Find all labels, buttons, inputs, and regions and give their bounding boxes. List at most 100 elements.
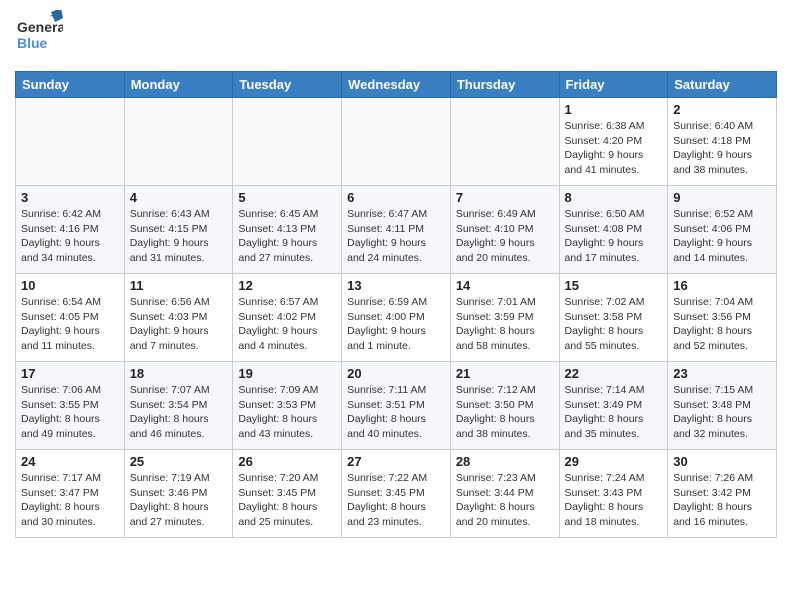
calendar-cell: 21 Sunrise: 7:12 AM Sunset: 3:50 PM Dayli…	[450, 362, 559, 450]
day-info: Sunrise: 7:19 AM Sunset: 3:46 PM Dayligh…	[130, 471, 228, 530]
day-number: 16	[673, 278, 771, 293]
calendar-cell: 15 Sunrise: 7:02 AM Sunset: 3:58 PM Dayli…	[559, 274, 668, 362]
day-number: 15	[565, 278, 663, 293]
week-row-2: 3 Sunrise: 6:42 AM Sunset: 4:16 PM Daylig…	[16, 186, 777, 274]
day-info: Sunrise: 6:47 AM Sunset: 4:11 PM Dayligh…	[347, 207, 445, 266]
calendar-cell: 22 Sunrise: 7:14 AM Sunset: 3:49 PM Dayli…	[559, 362, 668, 450]
day-number: 19	[238, 366, 336, 381]
day-number: 11	[130, 278, 228, 293]
svg-text:Blue: Blue	[17, 35, 48, 51]
day-number: 3	[21, 190, 119, 205]
day-number: 26	[238, 454, 336, 469]
logo-icon: General Blue	[15, 10, 63, 58]
day-info: Sunrise: 7:26 AM Sunset: 3:42 PM Dayligh…	[673, 471, 771, 530]
calendar-cell: 25 Sunrise: 7:19 AM Sunset: 3:46 PM Dayli…	[124, 450, 233, 538]
day-number: 27	[347, 454, 445, 469]
day-info: Sunrise: 6:50 AM Sunset: 4:08 PM Dayligh…	[565, 207, 663, 266]
weekday-header-saturday: Saturday	[668, 72, 777, 98]
day-info: Sunrise: 6:56 AM Sunset: 4:03 PM Dayligh…	[130, 295, 228, 354]
day-info: Sunrise: 7:24 AM Sunset: 3:43 PM Dayligh…	[565, 471, 663, 530]
calendar-body: 1 Sunrise: 6:38 AM Sunset: 4:20 PM Daylig…	[16, 98, 777, 538]
day-number: 1	[565, 102, 663, 117]
day-info: Sunrise: 7:02 AM Sunset: 3:58 PM Dayligh…	[565, 295, 663, 354]
calendar-cell: 7 Sunrise: 6:49 AM Sunset: 4:10 PM Daylig…	[450, 186, 559, 274]
day-info: Sunrise: 6:57 AM Sunset: 4:02 PM Dayligh…	[238, 295, 336, 354]
calendar-cell: 16 Sunrise: 7:04 AM Sunset: 3:56 PM Dayli…	[668, 274, 777, 362]
calendar-cell: 13Sunrise: 6:59 AM Sunset: 4:00 PM Dayli…	[342, 274, 451, 362]
day-info: Sunrise: 7:04 AM Sunset: 3:56 PM Dayligh…	[673, 295, 771, 354]
day-info: Sunrise: 7:11 AM Sunset: 3:51 PM Dayligh…	[347, 383, 445, 442]
weekday-header-monday: Monday	[124, 72, 233, 98]
day-number: 2	[673, 102, 771, 117]
calendar-cell: 27 Sunrise: 7:22 AM Sunset: 3:45 PM Dayli…	[342, 450, 451, 538]
calendar-cell: 11 Sunrise: 6:56 AM Sunset: 4:03 PM Dayli…	[124, 274, 233, 362]
day-info: Sunrise: 7:01 AM Sunset: 3:59 PM Dayligh…	[456, 295, 554, 354]
day-number: 29	[565, 454, 663, 469]
calendar-cell	[342, 98, 451, 186]
calendar-cell: 20 Sunrise: 7:11 AM Sunset: 3:51 PM Dayli…	[342, 362, 451, 450]
day-number: 21	[456, 366, 554, 381]
day-number: 17	[21, 366, 119, 381]
calendar-cell: 8 Sunrise: 6:50 AM Sunset: 4:08 PM Daylig…	[559, 186, 668, 274]
day-info: Sunrise: 7:07 AM Sunset: 3:54 PM Dayligh…	[130, 383, 228, 442]
calendar-cell: 12 Sunrise: 6:57 AM Sunset: 4:02 PM Dayli…	[233, 274, 342, 362]
calendar-cell: 1 Sunrise: 6:38 AM Sunset: 4:20 PM Daylig…	[559, 98, 668, 186]
day-info: Sunrise: 6:45 AM Sunset: 4:13 PM Dayligh…	[238, 207, 336, 266]
day-info: Sunrise: 6:43 AM Sunset: 4:15 PM Dayligh…	[130, 207, 228, 266]
day-number: 22	[565, 366, 663, 381]
day-number: 5	[238, 190, 336, 205]
weekday-header-tuesday: Tuesday	[233, 72, 342, 98]
day-info: Sunrise: 7:23 AM Sunset: 3:44 PM Dayligh…	[456, 471, 554, 530]
calendar-cell: 23Sunrise: 7:15 AM Sunset: 3:48 PM Dayli…	[668, 362, 777, 450]
day-info: Sunrise: 6:52 AM Sunset: 4:06 PM Dayligh…	[673, 207, 771, 266]
day-number: 23	[673, 366, 771, 381]
calendar-cell	[233, 98, 342, 186]
day-number: 7	[456, 190, 554, 205]
day-info: Sunrise: 7:20 AM Sunset: 3:45 PM Dayligh…	[238, 471, 336, 530]
day-number: 14	[456, 278, 554, 293]
day-info: Sunrise: 7:12 AM Sunset: 3:50 PM Dayligh…	[456, 383, 554, 442]
day-number: 18	[130, 366, 228, 381]
day-number: 24	[21, 454, 119, 469]
calendar-cell	[450, 98, 559, 186]
page-header: General Blue	[15, 10, 777, 63]
calendar-cell: 28 Sunrise: 7:23 AM Sunset: 3:44 PM Dayli…	[450, 450, 559, 538]
day-number: 10	[21, 278, 119, 293]
day-info: Sunrise: 6:42 AM Sunset: 4:16 PM Dayligh…	[21, 207, 119, 266]
day-info: Sunrise: 6:40 AM Sunset: 4:18 PM Dayligh…	[673, 119, 771, 178]
day-number: 4	[130, 190, 228, 205]
calendar-cell: 10 Sunrise: 6:54 AM Sunset: 4:05 PM Dayli…	[16, 274, 125, 362]
day-info: Sunrise: 6:59 AM Sunset: 4:00 PM Dayligh…	[347, 295, 445, 354]
weekday-header-thursday: Thursday	[450, 72, 559, 98]
week-row-3: 10 Sunrise: 6:54 AM Sunset: 4:05 PM Dayli…	[16, 274, 777, 362]
calendar-cell: 6 Sunrise: 6:47 AM Sunset: 4:11 PM Daylig…	[342, 186, 451, 274]
calendar-cell: 2 Sunrise: 6:40 AM Sunset: 4:18 PM Daylig…	[668, 98, 777, 186]
calendar-cell: 4 Sunrise: 6:43 AM Sunset: 4:15 PM Daylig…	[124, 186, 233, 274]
day-info: Sunrise: 6:49 AM Sunset: 4:10 PM Dayligh…	[456, 207, 554, 266]
calendar-cell: 29 Sunrise: 7:24 AM Sunset: 3:43 PM Dayli…	[559, 450, 668, 538]
day-info: Sunrise: 7:14 AM Sunset: 3:49 PM Dayligh…	[565, 383, 663, 442]
day-info: Sunrise: 7:22 AM Sunset: 3:45 PM Dayligh…	[347, 471, 445, 530]
calendar-cell: 14 Sunrise: 7:01 AM Sunset: 3:59 PM Dayli…	[450, 274, 559, 362]
weekday-header-wednesday: Wednesday	[342, 72, 451, 98]
day-number: 12	[238, 278, 336, 293]
calendar-cell: 3 Sunrise: 6:42 AM Sunset: 4:16 PM Daylig…	[16, 186, 125, 274]
day-number: 25	[130, 454, 228, 469]
day-info: Sunrise: 6:54 AM Sunset: 4:05 PM Dayligh…	[21, 295, 119, 354]
day-number: 30	[673, 454, 771, 469]
day-info: Sunrise: 7:06 AM Sunset: 3:55 PM Dayligh…	[21, 383, 119, 442]
calendar-cell: 9Sunrise: 6:52 AM Sunset: 4:06 PM Daylig…	[668, 186, 777, 274]
day-number: 6	[347, 190, 445, 205]
calendar-cell: 19Sunrise: 7:09 AM Sunset: 3:53 PM Dayli…	[233, 362, 342, 450]
calendar-cell	[16, 98, 125, 186]
weekday-header-sunday: Sunday	[16, 72, 125, 98]
day-number: 28	[456, 454, 554, 469]
logo: General Blue	[15, 10, 63, 63]
day-number: 8	[565, 190, 663, 205]
calendar-table: SundayMondayTuesdayWednesdayThursdayFrid…	[15, 71, 777, 538]
calendar-cell: 18 Sunrise: 7:07 AM Sunset: 3:54 PM Dayli…	[124, 362, 233, 450]
day-info: Sunrise: 6:38 AM Sunset: 4:20 PM Dayligh…	[565, 119, 663, 178]
weekday-header-friday: Friday	[559, 72, 668, 98]
day-number: 20	[347, 366, 445, 381]
calendar-cell: 26 Sunrise: 7:20 AM Sunset: 3:45 PM Dayli…	[233, 450, 342, 538]
